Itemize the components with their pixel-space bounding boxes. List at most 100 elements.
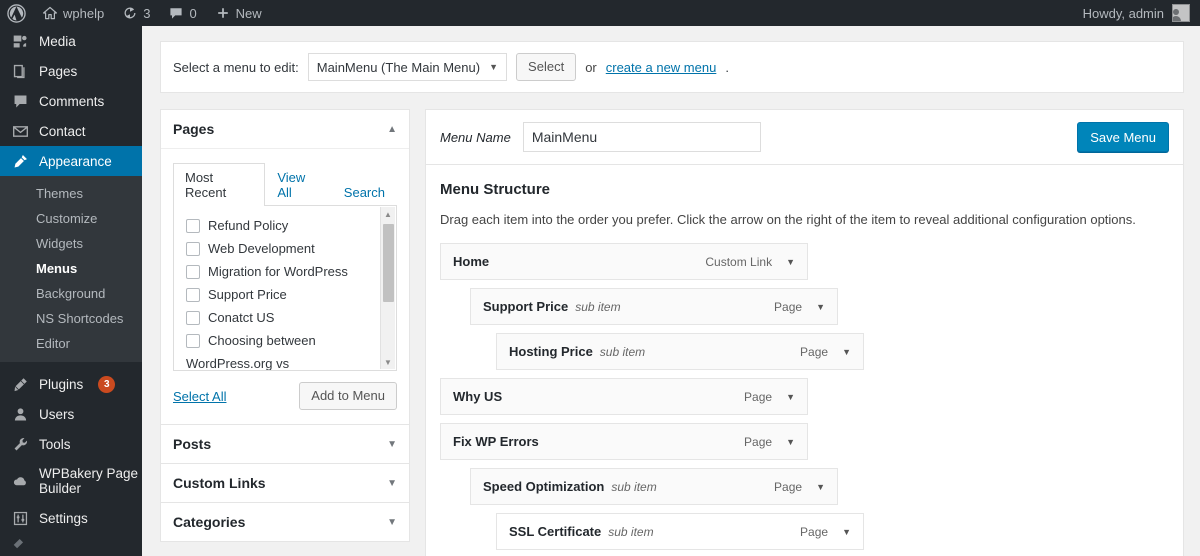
sidebar-item-contact[interactable]: Contact — [0, 116, 142, 146]
pages-panel-header[interactable]: Pages ▲ — [161, 110, 409, 148]
updates-count: 3 — [143, 5, 151, 21]
pages-panel: Pages ▲ Most Recent View All Search Refu — [160, 109, 410, 425]
new-content-button[interactable]: New — [206, 0, 271, 26]
sidebar-item-comments[interactable]: Comments — [0, 86, 142, 116]
my-account-menu[interactable]: Howdy, admin — [1083, 4, 1200, 22]
sidebar-item-label: Tools — [39, 436, 71, 452]
chevron-down-icon[interactable]: ▼ — [387, 478, 397, 489]
pages-list-scrollbar[interactable]: ▲ ▼ — [380, 207, 395, 369]
menu-item-subitem-label: sub item — [608, 525, 654, 539]
chevron-down-icon[interactable]: ▼ — [842, 527, 851, 537]
pages-checkbox-list[interactable]: Refund Policy Web Development Migration … — [173, 205, 397, 371]
sidebar-subitem-themes[interactable]: Themes — [0, 181, 142, 206]
comments-button[interactable]: 0 — [159, 0, 205, 26]
tab-most-recent[interactable]: Most Recent — [173, 163, 266, 206]
categories-panel-title: Categories — [173, 514, 246, 530]
add-to-menu-button[interactable]: Add to Menu — [299, 382, 397, 410]
scroll-down-arrow-icon[interactable]: ▼ — [381, 355, 395, 369]
menu-item-type: Page — [800, 524, 829, 539]
page-label: Support Price — [208, 287, 287, 302]
sidebar-item-tools[interactable]: Tools — [0, 429, 142, 459]
create-new-menu-link[interactable]: create a new menu — [606, 60, 717, 75]
sidebar-item-appearance[interactable]: Appearance — [0, 146, 150, 176]
custom-links-panel-header[interactable]: Custom Links ▼ — [161, 464, 409, 502]
list-item[interactable]: Refund Policy — [186, 214, 384, 237]
menu-item-row[interactable]: Home Custom Link ▼ — [440, 243, 808, 280]
categories-panel-header[interactable]: Categories ▼ — [161, 503, 409, 541]
sidebar-item-partial[interactable] — [0, 533, 142, 549]
menu-item-row[interactable]: Support Price sub item Page ▼ — [470, 288, 838, 325]
site-name-button[interactable]: wphelp — [33, 0, 113, 26]
sidebar-subitem-background[interactable]: Background — [0, 281, 142, 306]
chevron-down-icon[interactable]: ▼ — [842, 347, 851, 357]
menu-item-title: Fix WP Errors — [453, 434, 539, 449]
sidebar-subitem-editor[interactable]: Editor — [0, 331, 142, 356]
list-item[interactable]: Conatct US — [186, 306, 384, 329]
scroll-up-arrow-icon[interactable]: ▲ — [381, 207, 395, 221]
menu-select-dropdown[interactable]: MainMenu (The Main Menu) ▼ — [307, 53, 508, 81]
sidebar-item-label: Users — [39, 406, 75, 422]
sidebar-item-users[interactable]: Users — [0, 399, 142, 429]
page-label-continuation: WordPress.org vs WordPress.com — [186, 356, 290, 371]
tab-search[interactable]: Search — [332, 178, 397, 206]
tab-view-all[interactable]: View All — [265, 163, 331, 206]
sidebar-item-plugins[interactable]: Plugins 3 — [0, 369, 142, 399]
menu-item-title: SSL Certificate — [509, 524, 602, 539]
chevron-down-icon[interactable]: ▼ — [387, 517, 397, 528]
sidebar-item-pages[interactable]: Pages — [0, 56, 142, 86]
menu-item-row[interactable]: Fix WP Errors Page ▼ — [440, 423, 808, 460]
chevron-down-icon[interactable]: ▼ — [786, 392, 795, 402]
sidebar-subitem-menus[interactable]: Menus — [0, 256, 142, 281]
page-label: Conatct US — [208, 310, 275, 325]
select-menu-button[interactable]: Select — [516, 53, 577, 81]
menu-item-row[interactable]: SSL Certificate sub item Page ▼ — [496, 513, 864, 550]
chevron-up-icon[interactable]: ▲ — [387, 124, 397, 135]
structure-description: Drag each item into the order you prefer… — [440, 212, 1136, 227]
page-checkbox[interactable] — [186, 287, 200, 302]
updates-button[interactable]: 3 — [113, 0, 159, 26]
page-label: Migration for WordPress — [208, 264, 348, 279]
main-content: Select a menu to edit: MainMenu (The Mai… — [142, 26, 1200, 556]
select-all-link[interactable]: Select All — [173, 389, 226, 404]
menu-item-subitem-label: sub item — [611, 480, 657, 494]
menu-item-type: Page — [774, 299, 803, 314]
list-item[interactable]: Web Development — [186, 237, 384, 260]
sidebar-subitem-customize[interactable]: Customize — [0, 206, 142, 231]
add-menu-items-column: Pages ▲ Most Recent View All Search Refu — [160, 109, 410, 542]
sidebar-subitem-widgets[interactable]: Widgets — [0, 231, 142, 256]
menu-item-title: Support Price — [483, 299, 569, 314]
sidebar-item-wpbakery-page-builder[interactable]: WPBakery Page Builder — [0, 459, 142, 503]
menu-item-row[interactable]: Speed Optimization sub item Page ▼ — [470, 468, 838, 505]
menu-item-row[interactable]: Hosting Price sub item Page ▼ — [496, 333, 864, 370]
howdy-label: Howdy, admin — [1082, 5, 1164, 21]
pages-tabs: Most Recent View All Search — [173, 163, 397, 206]
save-menu-button[interactable]: Save Menu — [1077, 122, 1169, 152]
menu-item-row[interactable]: Why US Page ▼ — [440, 378, 808, 415]
page-checkbox[interactable] — [186, 333, 200, 348]
menu-edit-column: Menu Name Save Menu Menu Structure Drag … — [425, 109, 1184, 556]
chevron-down-icon[interactable]: ▼ — [786, 437, 795, 447]
sidebar-item-settings[interactable]: Settings — [0, 503, 142, 533]
posts-panel-header[interactable]: Posts ▼ — [161, 425, 409, 463]
menu-item-title: Why US — [453, 389, 503, 404]
page-checkbox[interactable] — [186, 218, 200, 233]
sidebar-subitem-ns-shortcodes[interactable]: NS Shortcodes — [0, 306, 142, 331]
list-item[interactable]: Migration for WordPress — [186, 260, 384, 283]
chevron-down-icon[interactable]: ▼ — [816, 482, 825, 492]
chevron-down-icon[interactable]: ▼ — [786, 257, 795, 267]
list-item[interactable]: Support Price — [186, 283, 384, 306]
period: . — [725, 59, 729, 75]
chevron-down-icon[interactable]: ▼ — [387, 439, 397, 450]
list-item-continuation: WordPress.org vs WordPress.com — [186, 352, 384, 371]
sidebar-item-media[interactable]: Media — [0, 26, 142, 56]
scrollbar-thumb[interactable] — [383, 224, 394, 302]
page-checkbox[interactable] — [186, 310, 200, 325]
page-checkbox[interactable] — [186, 241, 200, 256]
new-label: New — [235, 5, 262, 21]
page-checkbox[interactable] — [186, 264, 200, 279]
menu-item-type: Page — [774, 479, 803, 494]
menu-name-input[interactable] — [522, 122, 761, 152]
chevron-down-icon[interactable]: ▼ — [816, 302, 825, 312]
list-item[interactable]: Choosing between — [186, 329, 384, 352]
wordpress-logo-button[interactable] — [0, 0, 33, 26]
